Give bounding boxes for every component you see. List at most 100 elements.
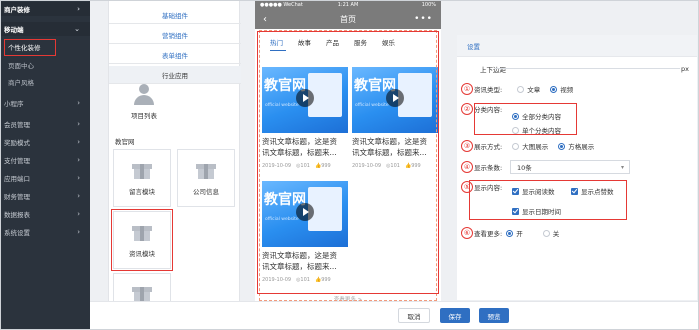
tab-label: 基础组件 xyxy=(162,11,188,20)
chevron-down-icon: ⌄ xyxy=(74,25,80,33)
card-label: 公司信息 xyxy=(193,187,219,196)
tab-label: 行业应用 xyxy=(162,71,188,80)
display-content-highlight xyxy=(469,180,627,220)
radio-video[interactable]: 视频 xyxy=(550,84,573,94)
tab-form-components[interactable]: 表单组件 xyxy=(109,46,241,64)
tab-industry-apps[interactable]: 行业应用 xyxy=(109,66,241,84)
radio-large-image[interactable]: 大图展示 xyxy=(512,141,548,151)
display-mode-row: 展示方式: 大图展示 方格展示 xyxy=(474,139,604,153)
chevron-right-icon: › xyxy=(77,192,80,200)
sidebar-item-members[interactable]: 会员管理 › xyxy=(0,117,90,131)
chevron-down-icon: ▾ xyxy=(620,163,624,171)
option-label: 大图展示 xyxy=(522,143,549,151)
news-list-highlight xyxy=(257,31,439,294)
chevron-right-icon: › xyxy=(77,138,80,146)
select-value: 10条 xyxy=(517,164,532,172)
sidebar-item-label: 财务管理 xyxy=(4,193,30,201)
sidebar-item-label: 商户风格 xyxy=(8,79,34,87)
tab-marketing-components[interactable]: 营销组件 xyxy=(109,26,241,44)
sidebar-item-label: 页面中心 xyxy=(8,62,34,70)
sidebar-item-system[interactable]: 系统设置 › xyxy=(0,225,90,239)
chevron-right-icon: › xyxy=(77,156,80,164)
option-label: 方格展示 xyxy=(568,143,595,151)
sidebar-item-store-decoration[interactable]: 商户装修 › xyxy=(0,2,90,16)
settings-header: 设置 xyxy=(457,35,697,57)
radio-article[interactable]: 文章 xyxy=(517,84,540,94)
sidebar-item-payments[interactable]: 支付管理 › xyxy=(0,153,90,167)
sidebar-item-label: 系统设置 xyxy=(4,229,30,237)
step-number: ① xyxy=(461,83,473,95)
sidebar-item-mobile[interactable]: 移动端 ⌄ xyxy=(0,22,90,36)
option-label: 文章 xyxy=(527,86,541,94)
sidebar-item-label: 数据报表 xyxy=(4,211,30,219)
sidebar-item-reports[interactable]: 数据报表 › xyxy=(0,207,90,221)
sidebar-item-mini-program[interactable]: 小程序 › xyxy=(0,96,90,110)
tab-label: 营销组件 xyxy=(162,31,188,40)
sidebar-item-page-center[interactable]: 页面中心 xyxy=(0,58,90,72)
option-label: 开 xyxy=(516,230,523,238)
status-time: 1:21 AM xyxy=(337,1,359,8)
option-label: 关 xyxy=(552,230,560,238)
settings-title: 设置 xyxy=(467,42,480,51)
radio-icon xyxy=(512,142,520,150)
radio-off[interactable]: 关 xyxy=(542,228,560,238)
radio-on[interactable]: 开 xyxy=(506,228,523,238)
back-icon[interactable]: ‹ xyxy=(263,14,267,25)
sidebar: 商户装修 › 移动端 ⌄ 个性化装修 页面中心 商户风格 小程序 › 会员管理 › 奖励… xyxy=(0,0,90,330)
option-label: 视频 xyxy=(560,86,574,94)
item-count-select[interactable]: 10条 ▾ xyxy=(510,160,630,174)
step-number: ④ xyxy=(461,161,473,173)
project-list-item[interactable]: 项目列表 xyxy=(123,84,165,120)
box-icon xyxy=(132,284,152,302)
sidebar-item-label: 商户装修 xyxy=(4,6,30,14)
chevron-right-icon: › xyxy=(77,228,80,236)
phone-status-bar: ●●●●● WeChat 1:21 AM 100% xyxy=(255,0,441,9)
top-margin-unit: px xyxy=(681,62,689,76)
sidebar-item-rewards[interactable]: 奖励模式 › xyxy=(0,135,90,149)
radio-icon xyxy=(542,229,550,237)
row-label: 展示方式: xyxy=(474,143,503,151)
sidebar-item-label: 移动端 xyxy=(4,26,24,34)
top-margin-label: 上下边距 xyxy=(480,62,506,76)
sidebar-item-label: 支付管理 xyxy=(4,157,30,165)
message-module-card[interactable]: 留言模块 xyxy=(113,149,171,207)
row-label: 资讯类型: xyxy=(474,86,503,94)
tab-label: 表单组件 xyxy=(162,51,188,60)
radio-icon xyxy=(558,142,566,150)
step-number: ⑥ xyxy=(461,227,473,239)
company-info-card[interactable]: 公司信息 xyxy=(177,149,235,207)
step-number: ② xyxy=(461,103,473,115)
item-count-label: 显示条数: xyxy=(474,160,502,174)
project-list-label: 项目列表 xyxy=(131,112,157,120)
user-icon xyxy=(133,84,155,106)
phone-nav-bar: ‹ 首页 ••• xyxy=(255,9,441,29)
row-label: 查看更多: xyxy=(474,230,503,238)
radio-icon xyxy=(517,85,525,93)
sidebar-item-store-style[interactable]: 商户风格 xyxy=(0,75,90,89)
chevron-right-icon: › xyxy=(77,174,80,182)
preview-button[interactable]: 预览 xyxy=(479,308,509,323)
chevron-right-icon: › xyxy=(77,99,80,107)
news-type-row: 资讯类型: 文章 视频 xyxy=(474,82,583,96)
box-icon xyxy=(196,161,216,179)
chevron-right-icon: › xyxy=(77,210,80,218)
box-icon xyxy=(132,161,152,179)
chevron-right-icon: › xyxy=(77,5,80,13)
component-panel: 基础组件 营销组件 表单组件 行业应用 项目列表 教官网 留言模块 公司信息 资… xyxy=(108,0,241,330)
bottom-action-bar xyxy=(90,301,699,330)
more-icon[interactable]: ••• xyxy=(414,14,433,24)
cancel-button[interactable]: 取消 xyxy=(398,308,430,323)
row-label: 显示条数: xyxy=(474,164,503,172)
news-module-highlight xyxy=(111,209,173,271)
category-content-highlight xyxy=(474,103,577,135)
sidebar-item-finance[interactable]: 财务管理 › xyxy=(0,189,90,203)
section-label: 教官网 xyxy=(115,138,135,146)
top-margin-slider[interactable] xyxy=(495,68,680,69)
sidebar-item-label: 小程序 xyxy=(4,100,24,108)
save-button[interactable]: 保存 xyxy=(440,308,470,323)
radio-grid[interactable]: 方格展示 xyxy=(558,141,594,151)
sidebar-item-app-ports[interactable]: 应用端口 › xyxy=(0,171,90,185)
view-more-row: 查看更多: 开 关 xyxy=(474,226,569,240)
sidebar-item-label: 应用端口 xyxy=(4,175,30,183)
tab-basic-components[interactable]: 基础组件 xyxy=(109,6,241,24)
